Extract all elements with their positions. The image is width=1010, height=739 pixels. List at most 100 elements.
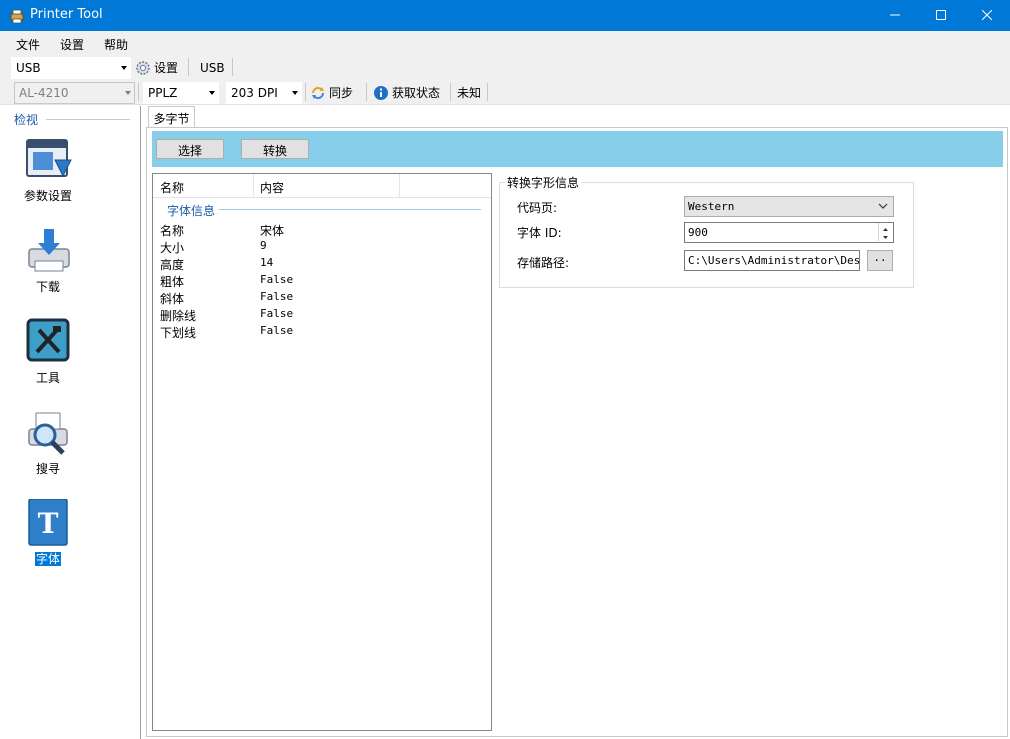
close-button[interactable]: [964, 0, 1010, 31]
model-select[interactable]: AL-4210: [14, 82, 135, 104]
sidebar-item-label: 工具: [35, 371, 60, 385]
font-id-label: 字体 ID:: [517, 226, 562, 240]
close-icon: [982, 10, 992, 20]
list-item-value: 9: [260, 239, 267, 252]
printer-status-text: 未知: [457, 86, 482, 100]
settings-button[interactable]: 设置: [135, 58, 178, 77]
sidebar-group-divider: [46, 119, 130, 120]
list-group-header: 字体信息: [167, 204, 216, 218]
settings-window-icon: [26, 139, 72, 178]
toolbar-separator: [188, 58, 189, 76]
get-status-button[interactable]: 获取状态: [373, 83, 440, 102]
port-select[interactable]: USB: [11, 57, 131, 79]
list-item[interactable]: 下划线 False: [153, 324, 491, 341]
chevron-down-icon: [121, 66, 127, 70]
browse-button[interactable]: ..: [867, 250, 893, 271]
sidebar-item-download[interactable]: 下载: [0, 227, 141, 307]
menu-file[interactable]: 文件: [16, 36, 40, 53]
settings-button-label: 设置: [154, 61, 179, 75]
printer-toolbar: AL-4210 PPLZ 203 DPI 同步 获取状态 未知: [0, 80, 1010, 105]
list-item[interactable]: 斜体 False: [153, 290, 491, 307]
codepage-select-value: Western: [688, 200, 735, 213]
toolbar-separator: [305, 83, 306, 101]
spin-up-button[interactable]: [878, 223, 893, 232]
list-item[interactable]: 高度 14: [153, 256, 491, 273]
font-id-stepper[interactable]: 900: [684, 222, 894, 243]
menu-settings[interactable]: 设置: [60, 36, 84, 53]
font-icon: T: [28, 499, 68, 546]
save-path-input[interactable]: C:\Users\Administrator\Deskto: [684, 250, 860, 271]
toolbar-separator: [450, 83, 451, 101]
connection-toolbar: USB 设置 USB: [0, 55, 1010, 80]
list-item[interactable]: 粗体 False: [153, 273, 491, 290]
font-info-list[interactable]: 名称 内容 字体信息 名称 宋体 大小 9 高度 14 粗体 False 斜体 …: [152, 173, 492, 731]
toolbar-separator: [232, 58, 233, 76]
list-item-name: 斜体: [160, 292, 185, 306]
sidebar-item-search[interactable]: 搜寻: [0, 409, 141, 489]
list-item-name: 大小: [160, 241, 185, 255]
spin-down-button[interactable]: [878, 232, 893, 241]
get-status-button-label: 获取状态: [392, 86, 441, 100]
column-header-value[interactable]: 内容: [260, 179, 284, 196]
action-bar: 选择 转换: [152, 131, 1003, 167]
tools-icon: [26, 318, 70, 362]
svg-text:T: T: [38, 507, 59, 540]
chevron-down-icon: [125, 91, 131, 95]
list-item-value: False: [260, 273, 294, 286]
sidebar-item-font[interactable]: T 字体: [0, 499, 141, 579]
list-item[interactable]: 大小 9: [153, 239, 491, 256]
convert-info-group: 转换字形信息 代码页: Western 字体 ID: 900 存储路径: C:\…: [499, 174, 914, 288]
sidebar-item-label: 下载: [35, 280, 60, 294]
minimize-button[interactable]: [872, 0, 918, 31]
font-id-value: 900: [688, 226, 708, 239]
gear-icon: [136, 60, 150, 75]
sidebar-group-label: 检视: [14, 113, 39, 127]
window-title: Printer Tool: [30, 7, 103, 22]
tab-strip: 多字节: [145, 106, 1010, 128]
sidebar-item-tools[interactable]: 工具: [0, 318, 141, 398]
maximize-icon: [936, 10, 946, 20]
chevron-down-icon: [209, 91, 215, 95]
sync-button-label: 同步: [329, 86, 354, 100]
menu-help[interactable]: 帮助: [104, 36, 128, 53]
title-bar: Printer Tool: [0, 0, 1010, 31]
list-item-name: 下划线: [160, 326, 197, 340]
sidebar: 检视 参数设置 下载 工具 搜寻 T 字体: [0, 106, 141, 739]
group-title: 转换字形信息: [505, 174, 582, 191]
toolbar-separator: [138, 83, 139, 101]
port-select-value: USB: [16, 61, 41, 75]
list-item-value: False: [260, 290, 294, 303]
download-printer-icon: [28, 229, 70, 272]
chevron-down-icon: [878, 203, 888, 209]
info-icon: [374, 85, 388, 100]
list-item[interactable]: 删除线 False: [153, 307, 491, 324]
sidebar-item-label: 搜寻: [35, 462, 60, 476]
sidebar-item-parameters[interactable]: 参数设置: [0, 136, 141, 216]
port-status-label: USB: [200, 60, 225, 75]
save-path-label: 存储路径:: [517, 256, 570, 270]
column-header-name[interactable]: 名称: [160, 179, 184, 196]
list-item-name: 删除线: [160, 309, 197, 323]
list-item-name: 名称: [160, 224, 185, 238]
language-select[interactable]: PPLZ: [143, 82, 219, 104]
column-divider[interactable]: [399, 174, 400, 198]
dpi-select[interactable]: 203 DPI: [226, 82, 302, 104]
printer-app-icon: [10, 9, 24, 24]
chevron-down-icon: [292, 91, 298, 95]
convert-button[interactable]: 转换: [241, 139, 309, 159]
menu-bar: 文件 设置 帮助: [0, 31, 1010, 55]
sidebar-item-label-text: 字体: [34, 552, 61, 566]
maximize-button[interactable]: [918, 0, 964, 31]
list-group-divider: [219, 209, 481, 210]
codepage-select[interactable]: Western: [684, 196, 894, 217]
column-divider[interactable]: [253, 174, 254, 198]
sync-button[interactable]: 同步: [310, 83, 353, 102]
chevron-down-icon: [883, 236, 888, 239]
list-item-value: False: [260, 307, 294, 320]
list-item-name: 高度: [160, 258, 185, 272]
sidebar-item-label: 参数设置: [23, 189, 72, 203]
tab-multibyte[interactable]: 多字节: [148, 106, 195, 128]
toolbar-separator: [487, 83, 488, 101]
select-button[interactable]: 选择: [156, 139, 224, 159]
list-item[interactable]: 名称 宋体: [153, 222, 491, 239]
